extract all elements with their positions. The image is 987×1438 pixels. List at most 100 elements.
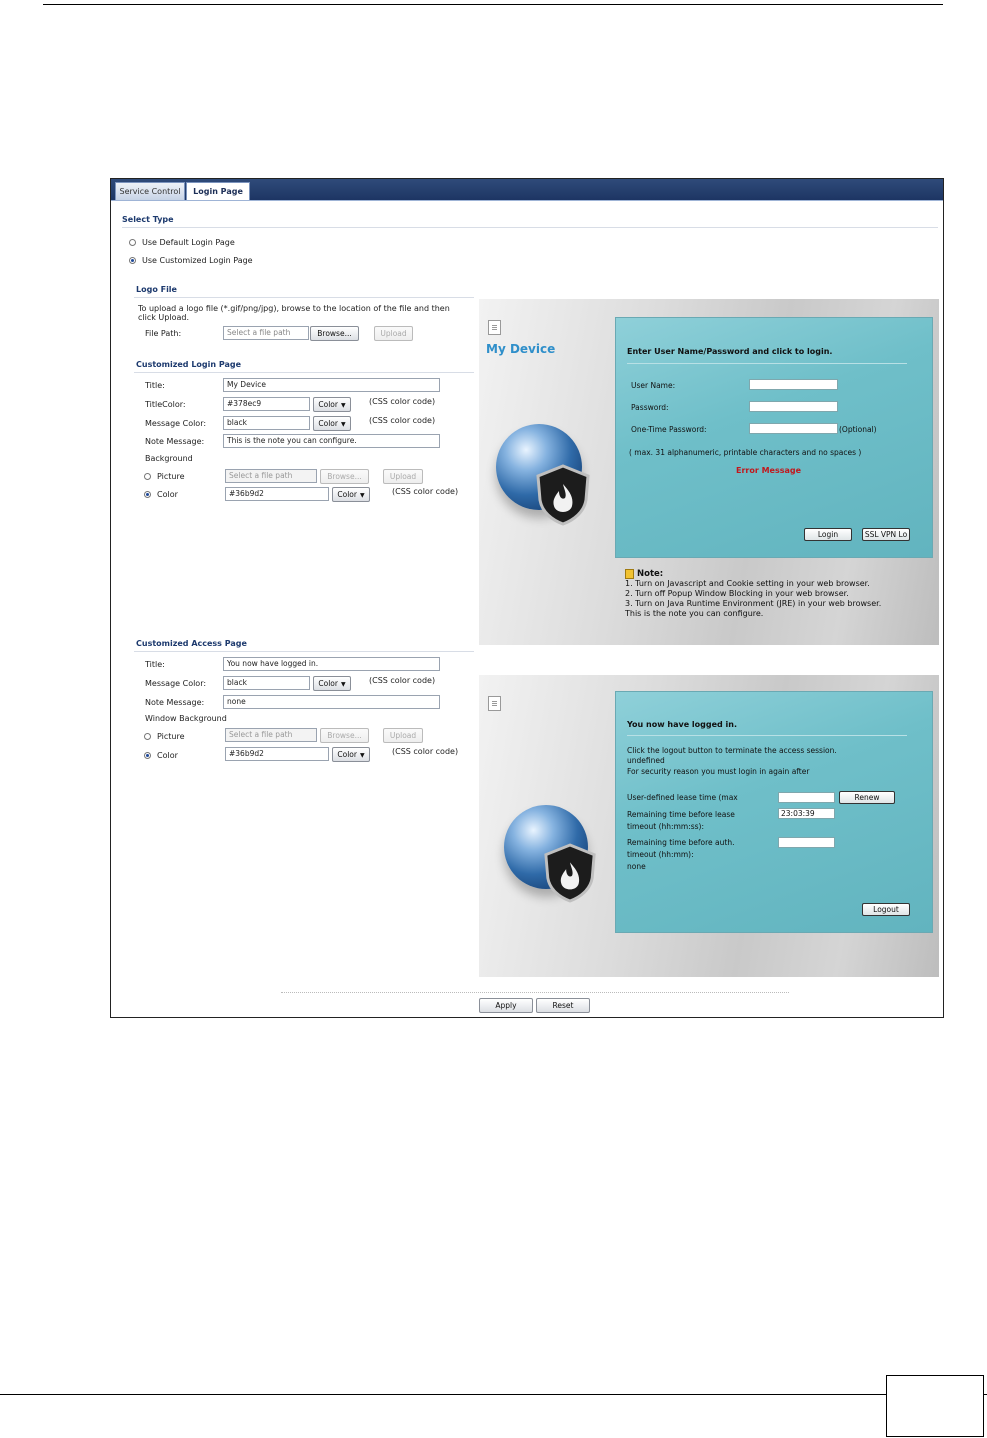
lease-time-label: User-defined lease time (max — [627, 793, 738, 802]
access-bg-color-picker-button[interactable]: Color ▼ — [332, 747, 370, 762]
access-bg-picture-label: Picture — [157, 732, 185, 741]
logo-browse-button[interactable]: Browse... — [310, 326, 359, 341]
chevron-down-icon: ▼ — [359, 752, 365, 759]
access-bg-browse-button[interactable]: Browse... — [320, 728, 369, 743]
lease-time-field[interactable] — [778, 792, 835, 803]
security-reason-text: For security reason you must login in ag… — [627, 767, 810, 776]
login-form-divider — [627, 363, 907, 364]
access-bg-css-hint: (CSS color code) — [392, 747, 459, 756]
logo-placeholder-icon — [488, 320, 501, 335]
logout-instruction: Click the logout button to terminate the… — [627, 746, 837, 755]
remaining-lease-value: 23:03:39 — [778, 808, 835, 819]
default-login-label: Use Default Login Page — [142, 238, 235, 247]
login-bg-color-picker-button[interactable]: Color ▼ — [332, 487, 370, 502]
title-color-picker-button[interactable]: Color ▼ — [313, 397, 351, 412]
error-message: Error Message — [736, 466, 802, 475]
login-bg-color-radio[interactable] — [144, 491, 151, 498]
apply-button[interactable]: Apply — [479, 998, 533, 1013]
login-title-input[interactable]: My Device — [223, 378, 440, 392]
access-info-panel: You now have logged in. Click the logout… — [615, 691, 933, 933]
password-label: Password: — [631, 403, 669, 412]
user-name-field[interactable] — [749, 379, 838, 390]
undefined-text: undefined — [627, 756, 665, 765]
login-bg-picture-path-input[interactable]: Select a file path — [225, 469, 317, 483]
access-title-input[interactable]: You now have logged in. — [223, 657, 440, 671]
chevron-down-icon: ▼ — [340, 681, 346, 688]
message-color-label: Message Color: — [145, 419, 207, 428]
title-color-input[interactable]: #378ec9 — [223, 397, 310, 411]
access-title-label: Title: — [145, 660, 165, 669]
window-background-label: Window Background — [145, 714, 227, 723]
otp-optional-label: (Optional) — [839, 425, 877, 434]
tab-bar: Service Control Login Page — [111, 179, 943, 201]
otp-label: One-Time Password: — [631, 425, 707, 434]
note-title: Note: — [637, 569, 664, 579]
access-message-color-input[interactable]: black — [223, 676, 310, 690]
message-color-button-label: Color — [318, 419, 338, 428]
logo-file-path-input[interactable]: Select a file path — [223, 326, 309, 340]
document-bottom-rule — [0, 1394, 987, 1395]
note-line-2: 2. Turn off Popup Window Blocking in you… — [625, 589, 849, 598]
access-page-preview: You now have logged in. Click the logout… — [479, 675, 939, 977]
logo-file-title: Logo File — [136, 285, 177, 294]
message-color-picker-button[interactable]: Color ▼ — [313, 416, 351, 431]
access-bg-color-button-label: Color — [337, 750, 357, 759]
remaining-auth-label-2: timeout (hh:mm): — [627, 850, 694, 859]
password-field[interactable] — [749, 401, 838, 412]
ssl-vpn-login-button[interactable]: SSL VPN Lo — [862, 528, 910, 541]
access-message-color-picker-button[interactable]: Color ▼ — [313, 676, 351, 691]
preview-device-title: My Device — [486, 342, 556, 356]
access-message-css-hint: (CSS color code) — [369, 676, 436, 685]
login-form-panel: Enter User Name/Password and click to lo… — [615, 317, 933, 558]
login-page-divider — [134, 372, 474, 373]
chevron-down-icon: ▼ — [340, 402, 346, 409]
note-message-input[interactable]: This is the note you can configure. — [223, 434, 440, 448]
chevron-down-icon: ▼ — [359, 492, 365, 499]
login-button[interactable]: Login — [804, 528, 852, 541]
renew-button[interactable]: Renew — [839, 791, 895, 804]
otp-field[interactable] — [749, 423, 838, 434]
login-bg-color-input[interactable]: #36b9d2 — [225, 487, 329, 501]
access-message-color-button-label: Color — [318, 679, 338, 688]
login-bg-upload-button[interactable]: Upload — [383, 469, 423, 484]
reset-button[interactable]: Reset — [536, 998, 590, 1013]
access-bg-upload-button[interactable]: Upload — [383, 728, 423, 743]
login-bg-picture-label: Picture — [157, 472, 185, 481]
login-bg-browse-button[interactable]: Browse... — [320, 469, 369, 484]
customized-login-label: Use Customized Login Page — [142, 256, 253, 265]
login-bg-css-hint: (CSS color code) — [392, 487, 459, 496]
access-bg-picture-radio[interactable] — [144, 733, 151, 740]
note-line-4: This is the note you can configure. — [625, 609, 764, 618]
default-login-radio[interactable] — [129, 239, 136, 246]
access-bg-color-input[interactable]: #36b9d2 — [225, 747, 329, 761]
note-message-label: Note Message: — [145, 437, 205, 446]
logo-placeholder-icon — [488, 696, 501, 711]
tab-login-page[interactable]: Login Page — [186, 182, 250, 200]
note-line-1: 1. Turn on Javascript and Cookie setting… — [625, 579, 870, 588]
access-bg-color-radio[interactable] — [144, 752, 151, 759]
document-top-rule — [43, 4, 943, 5]
logo-instruction-line2: click Upload. — [138, 313, 189, 322]
shield-icon — [536, 464, 590, 526]
tab-service-control[interactable]: Service Control — [115, 182, 185, 200]
login-bg-color-label: Color — [157, 490, 178, 499]
access-note-message-input[interactable]: none — [223, 695, 440, 709]
remaining-lease-label-1: Remaining time before lease — [627, 810, 735, 819]
login-page-preview: My Device Enter User Name/Password and c… — [479, 299, 939, 645]
access-divider — [627, 735, 907, 736]
login-form-heading: Enter User Name/Password and click to lo… — [627, 347, 833, 356]
remaining-lease-label-2: timeout (hh:mm:ss): — [627, 822, 704, 831]
login-bg-picture-radio[interactable] — [144, 473, 151, 480]
message-color-input[interactable]: black — [223, 416, 310, 430]
customized-access-page-title: Customized Access Page — [136, 639, 247, 648]
logo-upload-button[interactable]: Upload — [374, 326, 413, 341]
logout-button[interactable]: Logout — [862, 903, 910, 916]
customized-login-page-title: Customized Login Page — [136, 360, 242, 369]
access-bg-picture-path-input[interactable]: Select a file path — [225, 728, 317, 742]
login-bg-color-button-label: Color — [337, 490, 357, 499]
note-icon — [625, 569, 634, 579]
login-page-settings-window: Service Control Login Page Select Type U… — [110, 178, 944, 1018]
access-bg-color-label: Color — [157, 751, 178, 760]
title-color-label: TitleColor: — [145, 400, 186, 409]
customized-login-radio[interactable] — [129, 257, 136, 264]
